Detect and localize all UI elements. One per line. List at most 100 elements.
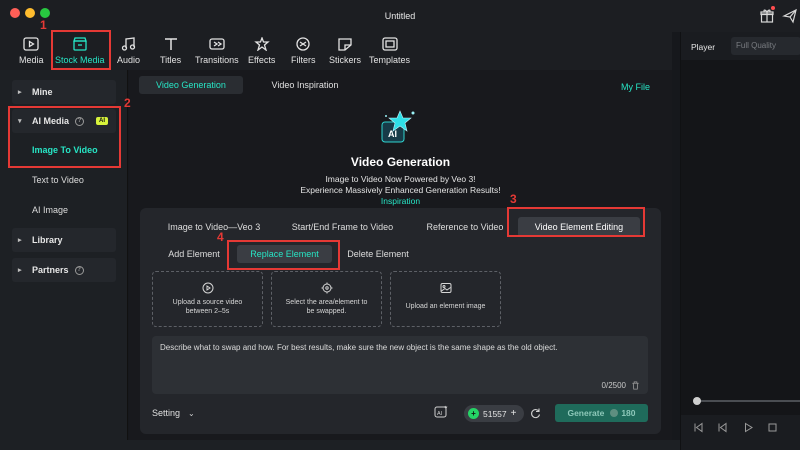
slot-label: Select the area/element to be swapped. [285,299,368,315]
generate-button[interactable]: Generate 180 [555,404,648,422]
annotation-box-1 [51,30,111,70]
sidebar-item-library[interactable]: ▸ Library [12,228,116,252]
char-count: 0/2500 [601,381,626,390]
bottom-bar [0,440,680,450]
hero-subtitle-1: Image to Video Now Powered by Veo 3! [325,174,476,184]
stop-icon[interactable] [767,422,778,433]
sidebar-item-label: Mine [32,87,53,97]
tab-add-element[interactable]: Add Element [154,245,234,263]
toolbar-media-label: Media [19,55,44,65]
sidebar-item-partners[interactable]: ▸ Partners ? [12,258,116,282]
toolbar-transitions[interactable]: Transitions [195,34,239,68]
add-credits-icon[interactable]: + [511,408,517,419]
tab-start-end-frame[interactable]: Start/End Frame to Video [280,217,405,237]
toolbar-titles[interactable]: Titles [160,34,181,68]
prompt-placeholder: Describe what to swap and how. For best … [160,343,558,352]
toolbar-effects[interactable]: Effects [248,34,275,68]
effects-icon [253,36,271,52]
annotation-number-3: 3 [510,192,517,206]
chevron-right-icon: ▸ [18,267,22,274]
tab-video-inspiration[interactable]: Video Inspiration [253,76,357,94]
sidebar-item-text-to-video[interactable]: Text to Video [12,168,116,192]
scrubber-handle[interactable] [693,397,701,405]
quality-dropdown[interactable]: Full Quality [731,37,800,55]
coin-icon: + [468,408,479,419]
prompt-textarea[interactable]: Describe what to swap and how. For best … [152,336,648,394]
player-label: Player [691,42,716,52]
coin-icon [610,409,619,417]
toolbar-templates[interactable]: Templates [369,34,410,68]
tab-image-to-video-veo3[interactable]: Image to Video—Veo 3 [158,217,270,237]
slot-label: Upload an element image [405,303,486,310]
toolbar-media[interactable]: Media [19,34,44,68]
sidebar-item-ai-image[interactable]: AI Image [12,198,116,222]
previous-frame-icon[interactable] [693,422,704,433]
ai-assist-icon[interactable]: AI [434,405,448,419]
send-icon[interactable] [782,8,798,24]
chevron-down-icon: ⌄ [188,408,195,418]
toolbar-transitions-label: Transitions [195,55,239,65]
player-panel: Player Full Quality [680,32,800,450]
sidebar-item-label: Partners [32,265,69,275]
toolbar-effects-label: Effects [248,55,276,65]
transitions-icon [208,36,226,52]
tab-video-generation[interactable]: Video Generation [139,76,243,94]
annotation-box-3 [507,207,645,237]
play-icon[interactable] [743,422,754,433]
gift-icon[interactable] [759,8,775,24]
audio-icon [120,36,138,52]
toolbar-audio[interactable]: Audio [117,34,140,68]
hero-subtitle-2: Experience Massively Enhanced Generation… [300,185,501,195]
tab-delete-element[interactable]: Delete Element [338,245,418,263]
upload-element-image-slot[interactable]: Upload an element image [390,271,501,327]
generate-label: Generate [567,408,605,418]
stickers-icon [336,36,354,52]
annotation-box-4 [227,240,340,270]
annotation-number-4: 4 [217,230,224,244]
toolbar-stickers-label: Stickers [329,55,362,65]
ai-icon-text: AI [388,129,397,139]
filters-icon [294,36,312,52]
target-icon [321,282,332,294]
slot-label: Upload a source video between 2–5s [172,299,243,315]
notification-dot [771,6,775,10]
tab-reference-to-video[interactable]: Reference to Video [415,217,515,237]
titles-icon [162,36,180,52]
setting-dropdown[interactable]: Setting ⌄ [152,408,195,418]
title-bar: Untitled [0,0,800,32]
ai-sparkle-icon: AI [381,110,415,143]
help-icon[interactable]: ? [74,265,84,275]
credits-balance[interactable]: + 51557 + [464,405,524,422]
credits-value: 51557 [483,408,507,419]
upload-source-video-slot[interactable]: Upload a source video between 2–5s [152,271,263,327]
inspiration-link[interactable]: Inspiration [129,196,672,206]
refresh-icon[interactable] [529,407,541,419]
trash-icon[interactable] [631,381,640,390]
toolbar-titles-label: Titles [160,55,182,65]
playback-scrubber[interactable] [697,400,800,402]
generate-cost: 180 [621,408,636,418]
toolbar-templates-label: Templates [369,55,411,65]
setting-label: Setting [152,408,181,418]
toolbar-stickers[interactable]: Stickers [329,34,361,68]
sidebar-item-label: Library [32,235,63,245]
player-viewport [681,60,800,415]
select-area-slot[interactable]: Select the area/element to be swapped. [271,271,382,327]
image-icon [440,283,451,293]
toolbar-audio-label: Audio [117,55,141,65]
window-title: Untitled [384,11,416,21]
chevron-right-icon: ▸ [18,237,22,244]
annotation-number-2: 2 [124,96,131,110]
annotation-number-1: 1 [40,18,47,32]
sidebar-item-mine[interactable]: ▸ Mine [12,80,116,104]
play-circle-icon [202,282,213,294]
toolbar-filters-label: Filters [291,55,316,65]
my-file-link[interactable]: My File [621,82,650,92]
step-back-icon[interactable] [717,422,728,433]
chevron-right-icon: ▸ [18,89,22,96]
sidebar-item-label: AI Image [32,205,69,215]
templates-icon [381,36,399,52]
main-content: Video Generation Video Inspiration My Fi… [129,70,672,440]
toolbar-filters[interactable]: Filters [291,34,316,68]
sidebar-item-label: Text to Video [32,175,84,185]
